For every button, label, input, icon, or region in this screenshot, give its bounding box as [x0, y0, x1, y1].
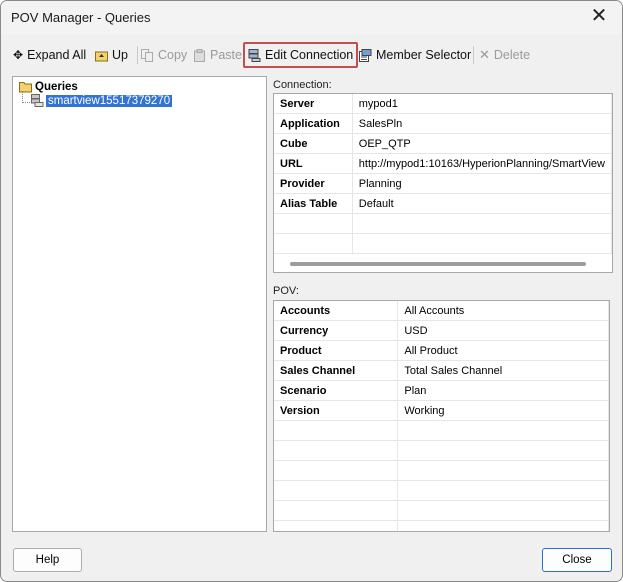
pov-manager-dialog: POV Manager - Queries ✕ ✥ Expand All Up …: [0, 0, 623, 582]
tree-root-label: Queries: [35, 80, 78, 93]
member-selector-label: Member Selector: [376, 48, 472, 62]
paste-icon: [194, 48, 205, 62]
row-value: All Product: [397, 340, 609, 361]
delete-label: Delete: [493, 48, 531, 62]
tree-item-query[interactable]: smartview15517379270: [31, 94, 173, 107]
table-row: Version Working: [274, 400, 609, 421]
connection-section-label: Connection:: [273, 79, 332, 91]
row-key: Version: [274, 400, 399, 421]
table-row: Currency USD: [274, 320, 609, 341]
delete-button[interactable]: ✕ Delete: [479, 43, 530, 67]
window-title: POV Manager - Queries: [11, 10, 151, 25]
row-value: Default: [352, 193, 612, 214]
delete-icon: ✕: [479, 47, 490, 62]
title-bar: POV Manager - Queries ✕: [1, 1, 622, 35]
pov-section-label: POV:: [273, 285, 299, 297]
table-row-empty: [274, 233, 612, 254]
row-key: Currency: [274, 320, 399, 341]
table-row-empty: [274, 420, 609, 441]
copy-button[interactable]: Copy: [141, 43, 187, 67]
table-row: Application SalesPln: [274, 113, 612, 134]
row-key: Alias Table: [274, 193, 353, 214]
row-key: Application: [274, 113, 353, 134]
row-key: Server: [274, 94, 353, 114]
expand-all-label: Expand All: [27, 48, 87, 62]
row-value: All Accounts: [397, 301, 609, 321]
table-row: Alias Table Default: [274, 193, 612, 214]
table-row: URL http://mypod1:10163/HyperionPlanning/…: [274, 153, 612, 174]
table-row-empty: [274, 520, 609, 531]
table-row-empty: [274, 500, 609, 521]
row-value: SalesPln: [352, 113, 612, 134]
row-key: Sales Channel: [274, 360, 399, 381]
edit-connection-label: Edit Connection: [265, 48, 354, 62]
row-value: Total Sales Channel: [397, 360, 609, 381]
horizontal-scrollbar[interactable]: [290, 262, 586, 266]
pov-table: Accounts All Accounts Currency USD Product…: [274, 301, 609, 531]
table-row: Provider Planning: [274, 173, 612, 194]
paste-button[interactable]: Paste: [193, 43, 242, 67]
help-button[interactable]: Help: [13, 548, 82, 572]
table-row: Server mypod1: [274, 94, 612, 114]
up-label: Up: [112, 48, 128, 62]
table-row: Cube OEP_QTP: [274, 133, 612, 154]
server-connection-icon: [248, 48, 261, 62]
row-value: http://mypod1:10163/HyperionPlanning/Sma…: [352, 153, 612, 174]
toolbar-separator: [473, 46, 474, 64]
edit-connection-button[interactable]: Edit Connection: [243, 42, 359, 68]
pov-grid[interactable]: Accounts All Accounts Currency USD Product…: [273, 300, 610, 532]
expand-icon: ✥: [13, 48, 24, 62]
table-row-empty: [274, 460, 609, 481]
row-value: mypod1: [352, 94, 612, 114]
queries-tree[interactable]: Queries smartview15517379270: [12, 76, 267, 532]
paste-label: Paste: [210, 48, 242, 62]
row-key: Cube: [274, 133, 353, 154]
expand-all-button[interactable]: ✥ Expand All: [13, 43, 86, 67]
row-value: Working: [397, 400, 609, 421]
row-key: Accounts: [274, 301, 399, 321]
connection-grid[interactable]: Server mypod1 Application SalesPln Cube OEP…: [273, 93, 613, 273]
table-row: Scenario Plan: [274, 380, 609, 401]
table-row: Product All Product: [274, 340, 609, 361]
row-key: Product: [274, 340, 399, 361]
row-value: OEP_QTP: [352, 133, 612, 154]
table-row-empty: [274, 213, 612, 234]
row-value: Plan: [397, 380, 609, 401]
query-icon: [31, 94, 44, 107]
member-selector-icon: [359, 48, 372, 62]
member-selector-button[interactable]: Member Selector: [359, 43, 471, 67]
close-button[interactable]: Close: [542, 548, 612, 572]
table-row: Accounts All Accounts: [274, 301, 609, 321]
folder-up-icon: [95, 51, 108, 61]
row-value: USD: [397, 320, 609, 341]
tree-item-label: smartview15517379270: [46, 94, 173, 107]
table-row-empty: [274, 480, 609, 501]
table-row: Sales Channel Total Sales Channel: [274, 360, 609, 381]
table-row-empty: [274, 440, 609, 461]
copy-icon: [141, 48, 153, 62]
copy-label: Copy: [158, 48, 188, 62]
up-button[interactable]: Up: [95, 43, 128, 67]
close-icon[interactable]: ✕: [586, 5, 612, 29]
row-key: Provider: [274, 173, 353, 194]
toolbar-separator: [137, 46, 138, 64]
row-key: URL: [274, 153, 353, 174]
connection-table: Server mypod1 Application SalesPln Cube OEP…: [274, 94, 612, 254]
row-value: Planning: [352, 173, 612, 194]
row-key: Scenario: [274, 380, 399, 401]
